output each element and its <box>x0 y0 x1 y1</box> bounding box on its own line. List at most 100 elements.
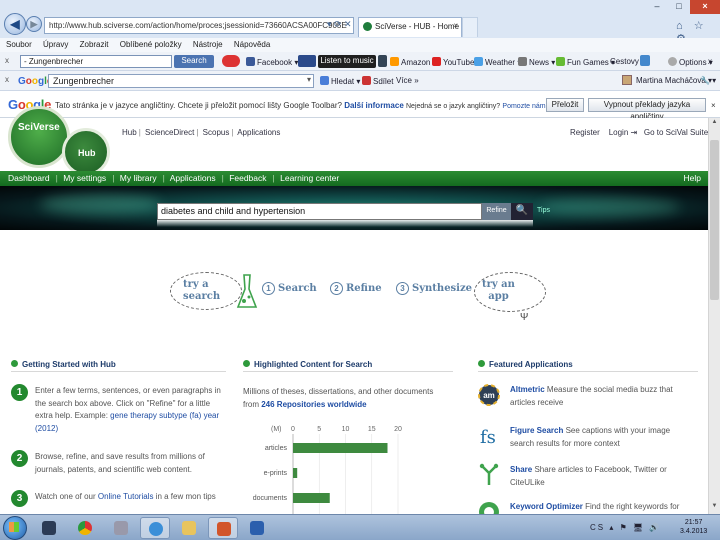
taskbar-explorer[interactable] <box>174 517 204 539</box>
minimize-button[interactable]: – <box>646 0 668 14</box>
scroll-up-icon[interactable]: ▲ <box>710 119 719 129</box>
toolbar-close-icon[interactable]: x <box>5 56 9 65</box>
nav-help[interactable]: Help <box>684 173 701 183</box>
back-button[interactable]: ◀ <box>4 13 26 35</box>
toolbar-amazon[interactable]: Amazon <box>390 57 430 67</box>
refine-button[interactable]: Refine <box>482 203 511 220</box>
menu-view[interactable]: Zobrazit <box>80 40 109 49</box>
app-share[interactable]: Share Share articles to Facebook, Twitte… <box>478 463 693 499</box>
menu-file[interactable]: Soubor <box>6 40 32 49</box>
window-close-button[interactable]: × <box>690 0 720 14</box>
scroll-down-icon[interactable]: ▼ <box>710 503 719 513</box>
taskbar-media-player[interactable] <box>34 517 64 539</box>
toolbar-facebook[interactable]: Facebook ▾ <box>246 57 298 67</box>
google-more-button[interactable]: Více » <box>396 76 419 85</box>
register-link[interactable]: Register <box>570 128 600 137</box>
step-1-text: Enter a few terms, sentences, or even pa… <box>35 386 221 433</box>
taskbar-internet-explorer[interactable] <box>140 517 170 539</box>
nav-dashboard[interactable]: Dashboard <box>8 173 50 183</box>
listen-to-music-button[interactable]: Listen to music <box>318 55 376 68</box>
app-name[interactable]: Keyword Optimizer <box>510 502 583 511</box>
nav-my-library[interactable]: My library <box>120 173 157 183</box>
step-synthesize[interactable]: 3 Synthesize <box>396 282 472 295</box>
step-2-text: Browse, refine, and save results from mi… <box>35 452 205 474</box>
repositories-link[interactable]: 246 Repositories worldwide <box>261 400 366 409</box>
toolbar-weather[interactable]: Weather ▾ <box>474 57 521 67</box>
menu-edit[interactable]: Úpravy <box>43 40 68 49</box>
toolbar-close-right-icon[interactable]: x <box>708 57 712 66</box>
getting-started-heading: Getting Started with Hub <box>11 360 116 369</box>
scival-link[interactable]: Go to SciVal Suite <box>644 128 708 137</box>
google-hledat-button[interactable]: Hledat ▾ <box>320 76 360 86</box>
disable-translation-button[interactable]: Vypnout překlady jazyka angličtiny <box>588 98 706 121</box>
news-icon <box>518 57 527 66</box>
app-name[interactable]: Share <box>510 465 532 474</box>
app-figure-search[interactable]: fs Figure Search See captions with your … <box>478 424 693 460</box>
search-toolbar: x - Zungenbrecher Search Facebook ▾ List… <box>0 52 720 71</box>
new-tab-button[interactable] <box>462 17 478 37</box>
translate-button[interactable]: Přeložit <box>546 98 584 112</box>
nav-feedback[interactable]: Feedback <box>229 173 266 183</box>
link-applications[interactable]: Applications <box>237 128 280 137</box>
media-controls-icon[interactable] <box>298 55 318 68</box>
toolbar-fun-games[interactable]: Fun Games ▾ <box>556 57 615 67</box>
chevron-down-icon[interactable]: ▾ <box>307 75 311 84</box>
taskbar-word[interactable] <box>242 517 272 539</box>
online-tutorials-link[interactable]: Online Tutorials <box>98 492 154 501</box>
taskbar-powerpoint[interactable] <box>208 517 238 539</box>
try-app-link[interactable]: try an app <box>482 279 515 303</box>
link-hub[interactable]: Hub <box>122 128 137 137</box>
app-altmetric[interactable]: am Altmetric Measure the social media bu… <box>478 383 693 419</box>
nav-my-settings[interactable]: My settings <box>63 173 106 183</box>
nav-applications[interactable]: Applications <box>170 173 216 183</box>
toolbar-options[interactable]: Options ▾ <box>668 57 713 67</box>
svg-text:am: am <box>483 391 495 400</box>
tips-link[interactable]: Tips <box>537 207 550 214</box>
translate-close-icon[interactable]: × <box>711 101 716 110</box>
app-name[interactable]: Figure Search <box>510 426 563 435</box>
wrench-icon[interactable]: 🔧 ▾ <box>700 76 716 85</box>
system-tray[interactable]: CS ▴ ⚑ 🖥 🔊 <box>590 523 661 532</box>
toolbar-news[interactable]: News ▾ <box>518 57 555 67</box>
google-search-input[interactable]: Zungenbrecher ▾ <box>48 74 314 88</box>
account-links: Register Login ⇥ Go to SciVal Suite <box>570 128 708 137</box>
tab-sciverse-hub[interactable]: SciVerse - HUB - Home × <box>358 17 462 37</box>
toolbar-app-icon[interactable] <box>222 55 242 68</box>
toolbar-extension-icon[interactable] <box>640 55 652 67</box>
menu-favorites[interactable]: Oblíbené položky <box>120 40 182 49</box>
address-bar[interactable]: http://www.hub.sciverse.com/action/home/… <box>44 17 354 34</box>
login-link[interactable]: Login <box>609 128 629 137</box>
search-button[interactable]: 🔍 <box>511 203 533 220</box>
scroll-thumb[interactable] <box>710 140 719 300</box>
folder-icon <box>182 521 196 535</box>
step-refine[interactable]: 2 Refine <box>330 282 382 295</box>
more-info-link[interactable]: Další informace <box>344 101 404 110</box>
toolbar-youtube[interactable]: YouTube <box>432 57 474 67</box>
tab-close-icon[interactable]: × <box>453 21 458 30</box>
app-name[interactable]: Altmetric <box>510 385 545 394</box>
media-icon[interactable] <box>378 55 389 68</box>
address-icons[interactable]: ▾ ⟳ ✕ <box>327 19 352 30</box>
main-search-input[interactable]: diabetes and child and hypertension <box>157 203 482 220</box>
nav-learning-center[interactable]: Learning center <box>280 173 339 183</box>
clock[interactable]: 21:57 3.4.2013 <box>680 518 707 536</box>
try-search-link[interactable]: try a search <box>183 279 220 303</box>
step-search[interactable]: 1 Search <box>262 282 317 295</box>
amazon-icon <box>390 57 399 66</box>
taskbar-app[interactable] <box>106 517 136 539</box>
menu-help[interactable]: Nápověda <box>234 40 270 49</box>
link-sciencedirect[interactable]: ScienceDirect <box>145 128 194 137</box>
sciverse-logo[interactable] <box>8 106 70 168</box>
chart-tick-label: 20 <box>394 426 402 433</box>
search-icon: 🔍 <box>515 205 529 216</box>
forward-button[interactable]: ▶ <box>26 16 42 32</box>
toolbar-search-input[interactable]: - Zungenbrecher <box>20 55 172 68</box>
menu-tools[interactable]: Nástroje <box>193 40 223 49</box>
google-share-button[interactable]: Sdílet <box>362 76 393 86</box>
link-scopus[interactable]: Scopus <box>203 128 230 137</box>
taskbar-chrome[interactable] <box>70 517 100 539</box>
toolbar-search-button[interactable]: Search <box>174 55 214 68</box>
google-toolbar-close-icon[interactable]: x <box>5 75 9 84</box>
maximize-button[interactable]: □ <box>668 0 690 14</box>
vertical-scrollbar[interactable]: ▲ ▼ <box>708 118 720 514</box>
